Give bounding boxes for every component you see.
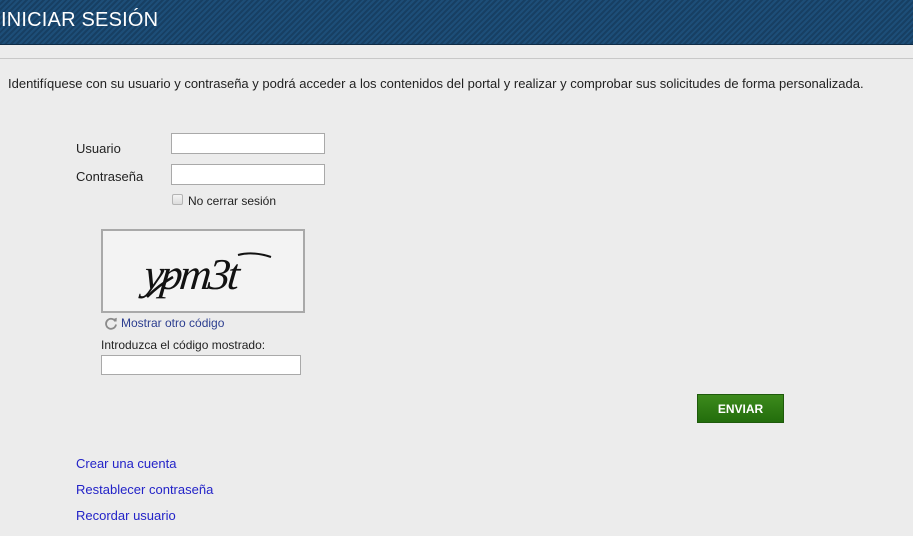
captcha-image: ypm3t (101, 229, 305, 313)
remember-username-link[interactable]: Recordar usuario (76, 508, 176, 523)
username-label: Usuario (76, 141, 121, 156)
captcha-input[interactable] (101, 355, 301, 375)
page-header: INICIAR SESIÓN (0, 0, 913, 45)
refresh-captcha-label: Mostrar otro código (121, 316, 225, 330)
create-account-link[interactable]: Crear una cuenta (76, 456, 176, 471)
reset-password-link[interactable]: Restablecer contraseña (76, 482, 213, 497)
username-input[interactable] (171, 133, 325, 154)
refresh-captcha-link[interactable]: Mostrar otro código (104, 316, 224, 330)
captcha-prompt-label: Introduzca el código mostrado: (101, 338, 266, 352)
remember-label: No cerrar sesión (188, 194, 277, 208)
refresh-icon (104, 316, 118, 330)
password-label: Contraseña (76, 169, 144, 184)
remember-checkbox[interactable] (172, 194, 183, 205)
submit-button[interactable]: ENVIAR (697, 394, 784, 423)
password-input[interactable] (171, 164, 325, 185)
page-title: INICIAR SESIÓN (1, 9, 159, 31)
header-divider (0, 58, 913, 59)
intro-text: Identifíquese con su usuario y contraseñ… (8, 76, 864, 91)
